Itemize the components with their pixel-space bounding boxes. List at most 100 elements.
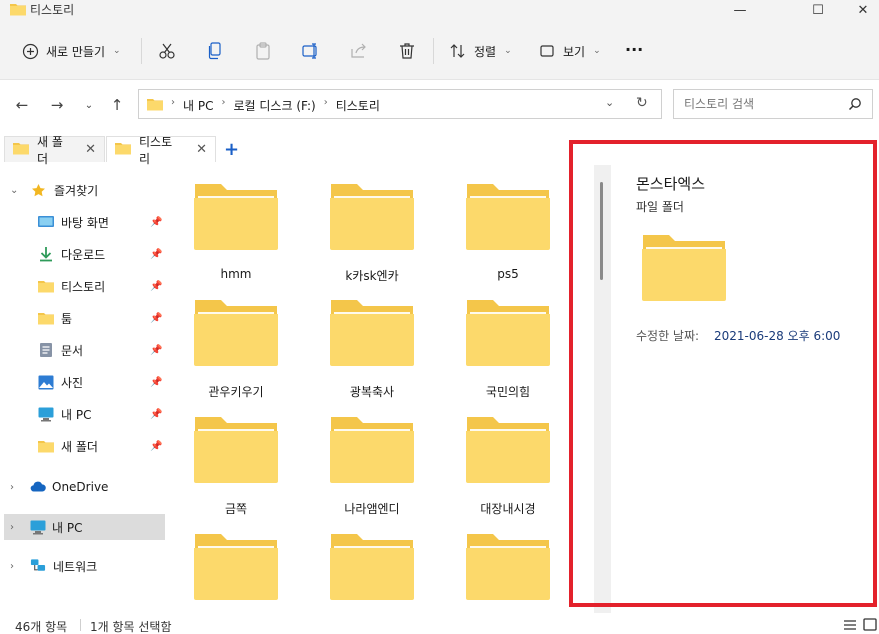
- pin-icon: 📌: [150, 280, 163, 292]
- file-item[interactable]: 광복축사: [312, 281, 432, 399]
- pin-icon: 📌: [150, 216, 163, 228]
- tiles-view-icon[interactable]: [861, 616, 879, 633]
- breadcrumb-current-folder[interactable]: 티스토리: [336, 97, 380, 114]
- sidebar-item-desktop[interactable]: 바탕 화면 📌: [0, 209, 165, 235]
- file-item[interactable]: 금쪽: [176, 398, 296, 516]
- chevron-down-icon[interactable]: ⌄: [10, 185, 18, 196]
- sidebar-item-tistory[interactable]: 티스토리 📌: [0, 273, 165, 299]
- sidebar-item-new-folder[interactable]: 새 폴더 📌: [0, 433, 165, 459]
- pin-icon: 📌: [150, 440, 163, 452]
- sidebar-item-downloads[interactable]: 다운로드 📌: [0, 241, 165, 267]
- breadcrumb-local-disk[interactable]: 로컬 디스크 (F:): [233, 97, 315, 114]
- tab-new-folder[interactable]: 새 폴더 ✕: [4, 135, 105, 166]
- sidebar-item-label: 새 폴더: [61, 439, 98, 454]
- scrollbar-thumb[interactable]: [600, 182, 603, 280]
- star-icon: [30, 182, 46, 198]
- address-bar[interactable]: › 내 PC › 로컬 디스크 (F:) › 티스토리 ⌄ ↻: [138, 89, 662, 119]
- address-dropdown-icon[interactable]: ⌄: [605, 96, 614, 109]
- minimize-button[interactable]: —: [717, 0, 763, 20]
- pin-icon: 📌: [150, 344, 163, 356]
- tab-tistory[interactable]: 티스토리 ✕: [106, 135, 216, 166]
- copy-button[interactable]: [205, 38, 225, 64]
- folder-icon: [38, 278, 54, 294]
- file-item[interactable]: ps5: [448, 165, 566, 281]
- recent-chevron-icon[interactable]: ⌄: [78, 94, 100, 116]
- file-item[interactable]: k카sk엔카: [312, 165, 432, 283]
- folder-icon: [10, 2, 26, 19]
- cut-button[interactable]: [157, 38, 177, 64]
- file-name: ps5: [497, 267, 519, 281]
- delete-button[interactable]: [397, 38, 417, 64]
- folder-icon: [13, 141, 29, 158]
- command-bar: 새로 만들기 ⌄ 정렬 ⌄ 보기 ⌄ ···: [0, 20, 879, 80]
- file-item[interactable]: hmm: [176, 165, 296, 281]
- cloud-icon: [30, 479, 46, 495]
- sidebar-item-onedrive[interactable]: › OneDrive: [0, 474, 165, 500]
- folder-icon: [38, 438, 54, 454]
- chevron-right-icon[interactable]: ›: [10, 482, 14, 493]
- sort-icon: [448, 41, 468, 61]
- add-tab-icon[interactable]: +: [224, 139, 239, 160]
- more-options-button[interactable]: ···: [625, 36, 643, 62]
- close-button[interactable]: ✕: [840, 0, 879, 20]
- rename-button[interactable]: [301, 38, 321, 64]
- search-input[interactable]: [684, 96, 844, 112]
- file-view: hmm k카sk엔카 ps5 관우키우기 광복축사 국민의힘금쪽 나라앰엔디 대장내시경: [170, 165, 566, 615]
- file-item[interactable]: [312, 515, 432, 615]
- file-item[interactable]: 나라앰엔디: [312, 398, 432, 516]
- close-icon[interactable]: ✕: [85, 142, 96, 157]
- search-icon[interactable]: [848, 97, 862, 114]
- chevron-down-icon: ⌄: [504, 46, 512, 56]
- download-icon: [38, 246, 54, 262]
- details-view-icon[interactable]: [841, 616, 859, 633]
- up-arrow-icon[interactable]: ↑: [106, 94, 128, 116]
- new-button-label: 새로 만들기: [46, 44, 106, 59]
- refresh-icon[interactable]: ↻: [636, 95, 648, 111]
- network-icon: [30, 558, 46, 574]
- chevron-right-icon: ›: [171, 97, 175, 108]
- scrollbar[interactable]: [594, 165, 611, 613]
- chevron-right-icon[interactable]: ›: [10, 522, 14, 533]
- sidebar-item-this-pc[interactable]: › 내 PC: [4, 514, 165, 540]
- title-bar: 티스토리 — ☐ ✕: [0, 0, 879, 20]
- new-button[interactable]: 새로 만들기 ⌄: [20, 38, 121, 64]
- breadcrumb-this-pc[interactable]: 내 PC: [183, 97, 213, 114]
- sidebar-item-documents[interactable]: 문서 📌: [0, 337, 165, 363]
- item-count: 46개 항목: [15, 620, 68, 634]
- chevron-right-icon: ›: [323, 97, 328, 108]
- sidebar-item-quick-access[interactable]: ⌄ 즐겨찾기: [0, 177, 165, 203]
- chevron-down-icon: ⌄: [113, 46, 121, 56]
- pin-icon: 📌: [150, 408, 163, 420]
- share-button[interactable]: [349, 38, 369, 64]
- chevron-right-icon[interactable]: ›: [10, 561, 14, 572]
- sort-button[interactable]: 정렬 ⌄: [448, 38, 512, 64]
- sidebar-item-label: 다운로드: [61, 247, 106, 262]
- search-box[interactable]: [673, 89, 873, 119]
- file-item[interactable]: 대장내시경: [448, 398, 566, 516]
- folder-icon: [193, 298, 279, 369]
- sidebar-item-label: 내 PC: [52, 520, 83, 535]
- sidebar-item-pictures[interactable]: 사진 📌: [0, 369, 165, 395]
- back-arrow-icon[interactable]: ←: [11, 94, 33, 116]
- close-icon[interactable]: ✕: [196, 142, 207, 157]
- address-row: ← → ⌄ ↑ › 내 PC › 로컬 디스크 (F:) › 티스토리 ⌄ ↻: [0, 80, 879, 130]
- share-icon: [349, 41, 369, 61]
- forward-arrow-icon[interactable]: →: [46, 94, 68, 116]
- sidebar-item-label: 툼: [61, 311, 73, 326]
- file-item[interactable]: [448, 515, 566, 615]
- file-item[interactable]: [176, 515, 296, 615]
- sidebar-item-tum[interactable]: 툼 📌: [0, 305, 165, 331]
- sidebar-item-label: 바탕 화면: [61, 215, 109, 230]
- window-title: 티스토리: [30, 3, 75, 17]
- sidebar-item-network[interactable]: › 네트워크: [0, 553, 165, 579]
- chevron-down-icon: ⌄: [593, 46, 601, 56]
- maximize-button[interactable]: ☐: [795, 0, 841, 20]
- file-item[interactable]: 국민의힘: [448, 281, 566, 399]
- paste-button[interactable]: [253, 38, 273, 64]
- chevron-right-icon: ›: [221, 97, 226, 108]
- file-item[interactable]: 관우키우기: [176, 281, 296, 399]
- view-button[interactable]: 보기 ⌄: [537, 38, 601, 64]
- sidebar-item-this-pc-pinned[interactable]: 내 PC 📌: [0, 401, 165, 427]
- sidebar-item-label: 문서: [61, 343, 84, 358]
- folder-icon: [465, 298, 551, 369]
